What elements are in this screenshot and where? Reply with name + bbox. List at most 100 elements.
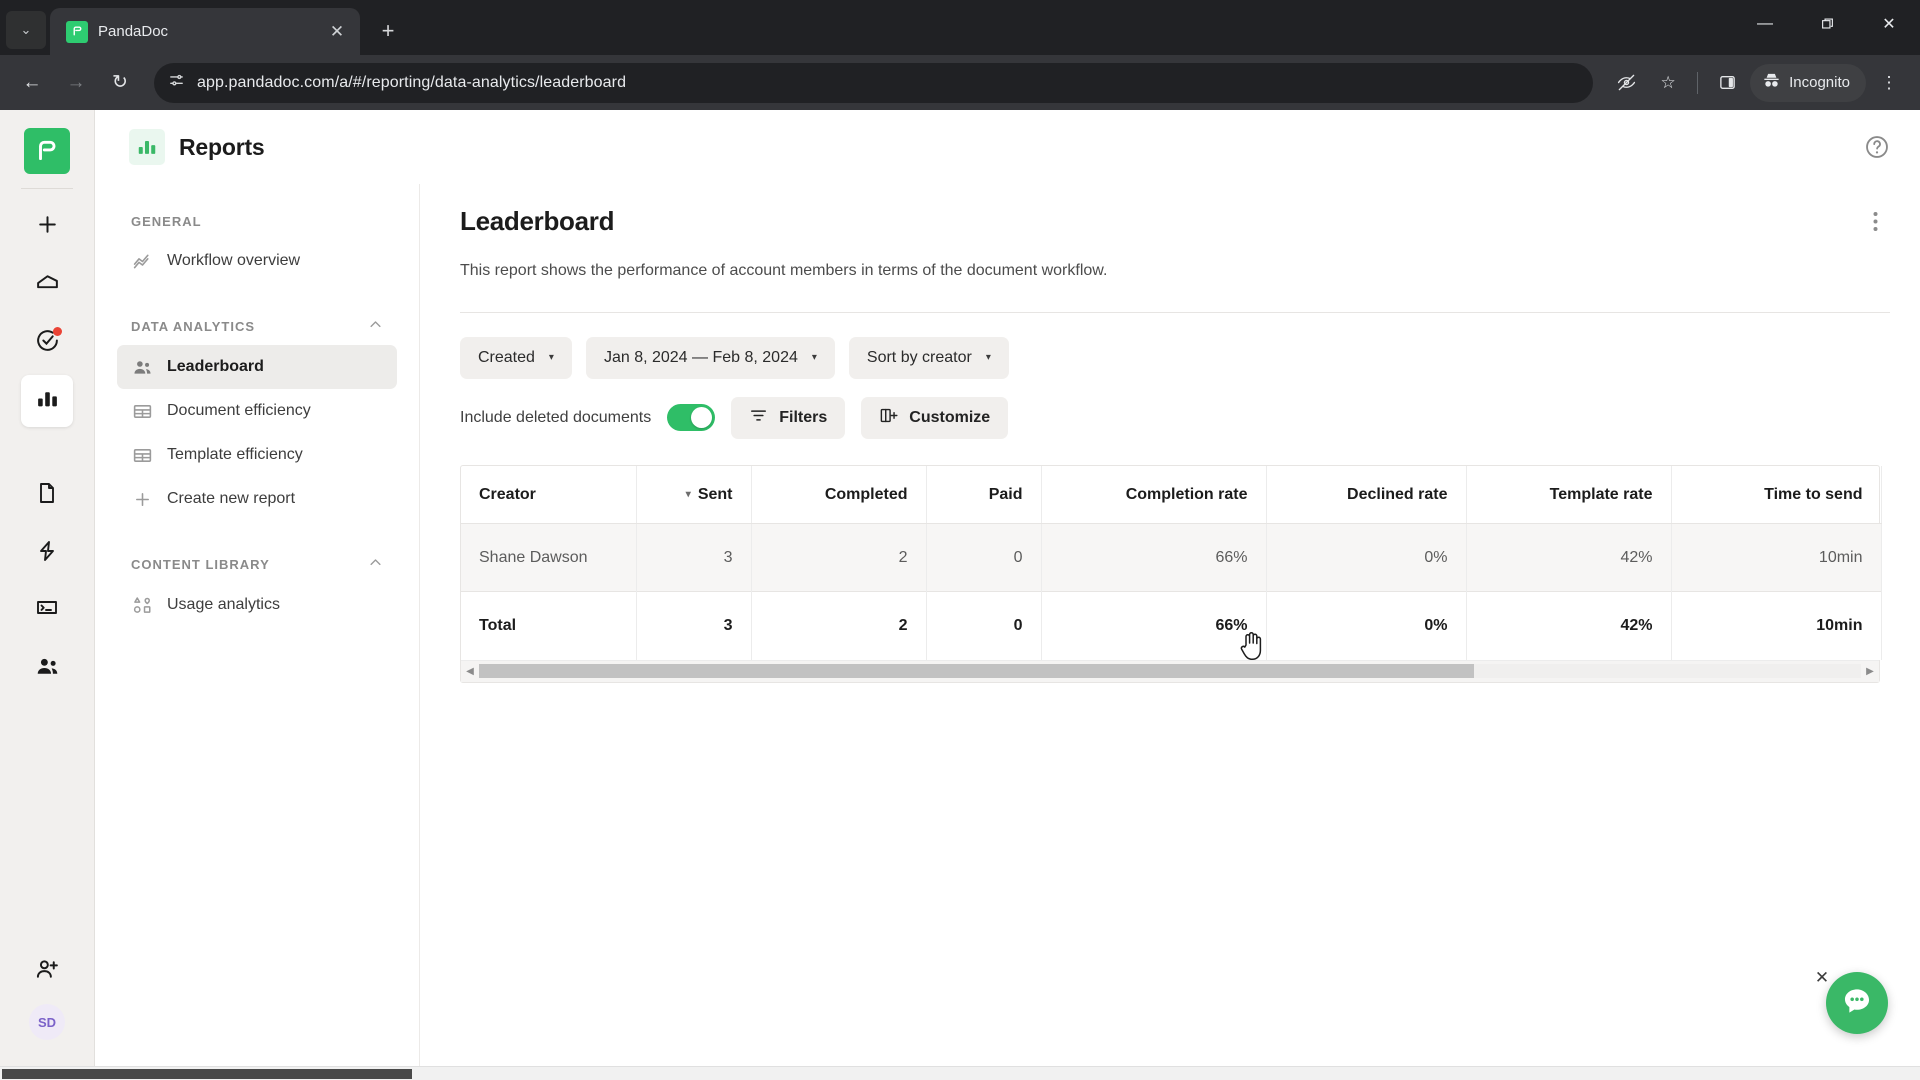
column-header-time-to-send[interactable]: Time to send bbox=[1671, 465, 1882, 525]
created-dropdown[interactable]: Created ▾ bbox=[460, 336, 572, 379]
side-panel-icon[interactable] bbox=[1708, 64, 1746, 102]
section-divider bbox=[460, 311, 1890, 313]
table-row[interactable]: Shane Dawson 3 2 0 66% 0% 42% 10min bbox=[461, 523, 1882, 592]
cell-sent: 3 bbox=[636, 523, 752, 592]
plus-icon bbox=[35, 212, 60, 242]
created-dropdown-label: Created bbox=[478, 348, 535, 366]
customize-button[interactable]: Customize bbox=[861, 396, 1009, 439]
cell-total-time-to-send: 10min bbox=[1671, 591, 1882, 660]
eye-slash-icon[interactable] bbox=[1607, 64, 1645, 102]
pandadoc-logo[interactable] bbox=[24, 128, 70, 174]
reports-nav-panel: GENERAL Workflow overview DATA ANALYTICS bbox=[95, 184, 420, 1066]
incognito-indicator[interactable]: Incognito bbox=[1750, 63, 1866, 102]
table-horizontal-scrollbar[interactable]: ◀ ▶ bbox=[461, 659, 1879, 682]
scroll-right-arrow-icon[interactable]: ▶ bbox=[1861, 666, 1879, 677]
table-header-row: Creator ▾ Sent Completed Paid Completion … bbox=[461, 465, 1882, 525]
cell-total-declined-rate: 0% bbox=[1266, 591, 1467, 660]
chevron-down-icon: ▾ bbox=[811, 352, 817, 364]
column-header-creator[interactable]: Creator bbox=[461, 465, 637, 525]
people-icon bbox=[131, 356, 153, 378]
date-range-dropdown[interactable]: Jan 8, 2024 — Feb 8, 2024 ▾ bbox=[585, 336, 835, 379]
sidebar-item-usage-analytics[interactable]: Usage analytics bbox=[117, 583, 397, 627]
nav-gap bbox=[117, 521, 397, 547]
chat-button[interactable] bbox=[1826, 972, 1888, 1034]
cell-template-rate: 42% bbox=[1466, 523, 1672, 592]
bar-chart-icon bbox=[129, 129, 165, 165]
cell-total-completion-rate: 66% bbox=[1041, 591, 1267, 660]
rail-item-create-new[interactable] bbox=[21, 201, 73, 253]
rail-item-tasks[interactable] bbox=[21, 317, 73, 369]
page-scrollbar[interactable] bbox=[0, 1066, 1920, 1080]
filters-button-label: Filters bbox=[779, 408, 828, 426]
rail-item-documents[interactable] bbox=[21, 469, 73, 521]
template-icon bbox=[35, 597, 59, 626]
options-row: Include deleted documents Filters Custom… bbox=[460, 396, 1890, 439]
column-header-completed[interactable]: Completed bbox=[751, 465, 927, 525]
rail-item-templates[interactable] bbox=[21, 585, 73, 637]
chat-close-icon[interactable]: ✕ bbox=[1812, 968, 1832, 988]
cell-paid: 0 bbox=[926, 523, 1042, 592]
sidebar-item-template-efficiency[interactable]: Template efficiency bbox=[117, 433, 397, 477]
people-icon bbox=[35, 654, 60, 684]
new-tab-button[interactable]: + bbox=[370, 13, 406, 49]
sidebar-item-document-efficiency[interactable]: Document efficiency bbox=[117, 389, 397, 433]
cell-completion-rate: 66% bbox=[1041, 523, 1267, 592]
scrollbar-thumb[interactable] bbox=[479, 664, 1475, 679]
tab-search-button[interactable]: ⌄ bbox=[6, 11, 46, 49]
notification-badge bbox=[53, 327, 62, 336]
scroll-left-arrow-icon[interactable]: ◀ bbox=[461, 666, 479, 677]
report-title: Leaderboard bbox=[460, 206, 615, 236]
rail-item-contacts[interactable] bbox=[21, 643, 73, 695]
include-deleted-label: Include deleted documents bbox=[460, 408, 652, 426]
reload-icon[interactable]: ↻ bbox=[100, 63, 140, 103]
browser-window: ⌄ PandaDoc ✕ + — ✕ ← → ↻ app.pandadoc.co… bbox=[0, 0, 1920, 1080]
customize-button-label: Customize bbox=[909, 408, 991, 426]
sidebar-item-workflow-overview[interactable]: Workflow overview bbox=[117, 239, 397, 283]
help-circle-icon[interactable] bbox=[1860, 130, 1894, 164]
back-icon[interactable]: ← bbox=[12, 63, 52, 103]
sidebar-item-label: Create new report bbox=[167, 490, 296, 507]
minimize-icon[interactable]: — bbox=[1734, 0, 1796, 47]
content-column: Reports GENERAL Workflow overview DATA A… bbox=[95, 110, 1920, 1066]
close-icon[interactable]: ✕ bbox=[324, 19, 350, 45]
column-header-completion-rate[interactable]: Completion rate bbox=[1041, 465, 1267, 525]
filters-button[interactable]: Filters bbox=[731, 396, 846, 439]
rail-item-home[interactable] bbox=[21, 259, 73, 311]
rail-item-invite-user[interactable] bbox=[21, 946, 73, 998]
column-header-sent[interactable]: ▾ Sent bbox=[636, 465, 752, 525]
sidebar-item-create-new-report[interactable]: Create new report bbox=[117, 477, 397, 521]
browser-menu-icon[interactable]: ⋮ bbox=[1870, 64, 1908, 102]
chevron-up-icon[interactable] bbox=[368, 555, 383, 573]
include-deleted-toggle[interactable] bbox=[667, 404, 716, 432]
tune-icon[interactable] bbox=[168, 72, 185, 94]
sort-dropdown[interactable]: Sort by creator ▾ bbox=[848, 336, 1009, 379]
tab-title: PandaDoc bbox=[98, 23, 169, 40]
chevron-up-icon[interactable] bbox=[368, 317, 383, 335]
browser-tab[interactable]: PandaDoc ✕ bbox=[50, 8, 360, 55]
forward-icon[interactable]: → bbox=[56, 63, 96, 103]
scrollbar-track[interactable] bbox=[479, 664, 1861, 679]
address-bar[interactable]: app.pandadoc.com/a/#/reporting/data-anal… bbox=[154, 62, 1594, 103]
page-scrollbar-thumb[interactable] bbox=[2, 1068, 412, 1079]
column-header-template-rate[interactable]: Template rate bbox=[1466, 465, 1672, 525]
sidebar-item-label: Template efficiency bbox=[167, 446, 303, 463]
report-menu-icon[interactable] bbox=[1860, 206, 1890, 236]
avatar[interactable]: SD bbox=[29, 1004, 65, 1040]
rail-item-automations[interactable] bbox=[21, 527, 73, 579]
sort-dropdown-label: Sort by creator bbox=[866, 348, 972, 366]
maximize-icon[interactable] bbox=[1796, 0, 1858, 47]
column-header-declined-rate[interactable]: Declined rate bbox=[1266, 465, 1467, 525]
columns-add-icon bbox=[879, 406, 898, 430]
nav-section-content-library[interactable]: CONTENT LIBRARY bbox=[117, 547, 397, 583]
sidebar-item-leaderboard[interactable]: Leaderboard bbox=[117, 345, 397, 389]
rail-item-reports[interactable] bbox=[21, 375, 73, 427]
close-window-icon[interactable]: ✕ bbox=[1858, 0, 1920, 47]
page-title: Reports bbox=[179, 133, 265, 160]
leaderboard-table: Creator ▾ Sent Completed Paid Completion … bbox=[461, 465, 1882, 660]
bookmark-star-icon[interactable]: ☆ bbox=[1649, 64, 1687, 102]
cell-total-template-rate: 42% bbox=[1466, 591, 1672, 660]
incognito-icon bbox=[1762, 72, 1781, 93]
column-header-paid[interactable]: Paid bbox=[926, 465, 1042, 525]
nav-section-data-analytics[interactable]: DATA ANALYTICS bbox=[117, 309, 397, 345]
filter-icon bbox=[749, 406, 768, 430]
